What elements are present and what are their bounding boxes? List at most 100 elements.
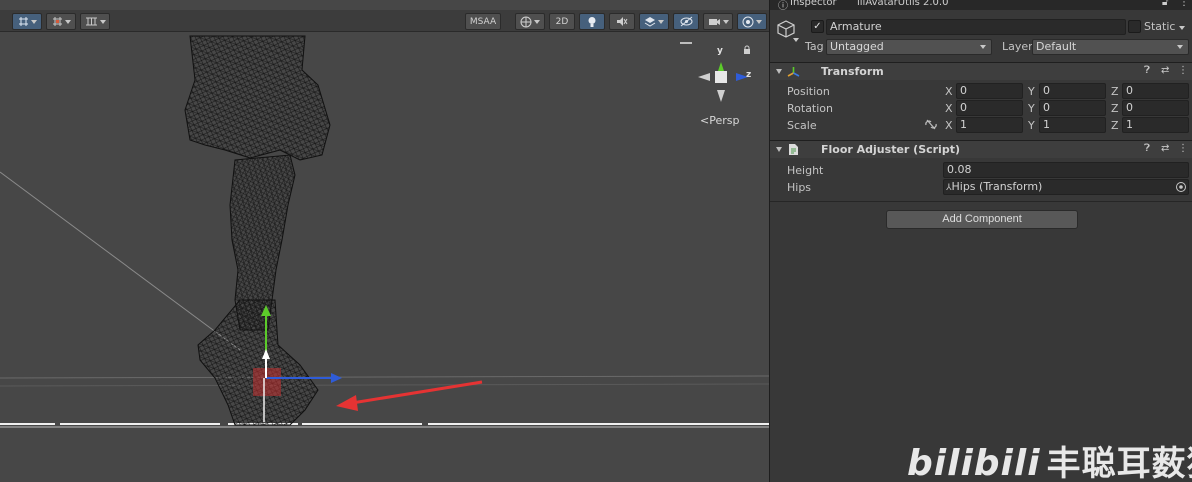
static-dropdown-caret[interactable] (1179, 26, 1185, 30)
scene-viewport[interactable]: y z (0, 33, 769, 482)
object-name-field[interactable]: Armature (826, 19, 1126, 35)
msaa-button[interactable]: MSAA (465, 13, 501, 30)
rotation-y-field[interactable]: 0 (1039, 100, 1106, 116)
position-z-field[interactable]: 0 (1122, 83, 1189, 99)
bilibili-logo: bilibili (907, 443, 1041, 482)
active-checkbox[interactable]: ✓ (811, 20, 824, 33)
transform-title: Transform (821, 65, 884, 78)
position-label: Position (787, 85, 830, 98)
icon-dropdown-caret[interactable] (793, 38, 799, 42)
layer-label: Layer (1002, 40, 1033, 53)
rotation-z-field[interactable]: 0 (1122, 100, 1189, 116)
increment-snap-button[interactable] (46, 13, 76, 30)
static-label: Static (1144, 20, 1176, 33)
orientation-gizmo[interactable] (680, 42, 750, 102)
pivot-tool-button[interactable] (12, 13, 42, 30)
layer-dropdown[interactable]: Default (1032, 39, 1189, 55)
hips-value: Hips (Transform) (951, 180, 1043, 193)
position-x-field[interactable]: 0 (956, 83, 1023, 99)
position-x-axis-label: X (945, 85, 953, 98)
tab-inspector[interactable]: Inspector (790, 0, 837, 8)
floor-adjuster-foldout[interactable] (776, 147, 782, 152)
scale-z-axis-label: Z (1111, 119, 1119, 132)
tag-value: Untagged (830, 40, 884, 53)
floor-adjuster-header[interactable]: Floor Adjuster (Script) ❓︎ ⇄ ⋮ (770, 140, 1192, 158)
grid-snap-icon (18, 17, 28, 26)
scene-toolbar: MSAA 2D (0, 10, 769, 32)
help-icon[interactable]: ❓︎ (1144, 143, 1150, 154)
perspective-toggle[interactable]: <Persp (700, 114, 739, 127)
scene-view[interactable]: MSAA 2D y z <Persp (0, 0, 769, 482)
kebab-menu-icon[interactable]: ⋮ (1179, 0, 1189, 8)
horizon-line-2 (0, 383, 769, 387)
component-menu-icon[interactable]: ⋮ (1178, 143, 1188, 154)
effects-button[interactable] (639, 13, 669, 30)
camera-settings-button[interactable] (703, 13, 733, 30)
gizmo-axis-z-label: z (746, 70, 752, 80)
lighting-toggle-button[interactable] (579, 13, 605, 30)
height-label: Height (787, 164, 824, 177)
position-y-field[interactable]: 0 (1039, 83, 1106, 99)
rotation-y-axis-label: Y (1028, 102, 1035, 115)
lock-icon[interactable]: 🔓︎ (1162, 0, 1168, 8)
component-menu-icon[interactable]: ⋮ (1178, 65, 1188, 76)
camera-icon (708, 18, 720, 25)
script-file-icon (789, 144, 798, 155)
height-field[interactable]: 0.08 (943, 162, 1189, 178)
hips-object-field[interactable]: ⅄Hips (Transform) (943, 179, 1189, 195)
rotation-x-field[interactable]: 0 (956, 100, 1023, 116)
rotation-z-axis-label: Z (1111, 102, 1119, 115)
lightbulb-icon (588, 16, 596, 27)
scale-x-axis-label: X (945, 119, 953, 132)
object-picker-icon[interactable] (1175, 181, 1187, 193)
scale-z-field[interactable]: 1 (1122, 117, 1189, 133)
position-z-axis-label: Z (1111, 85, 1119, 98)
tag-label: Tag (805, 40, 824, 53)
eye-hidden-icon (680, 16, 692, 27)
globe-icon (520, 16, 532, 27)
preset-sliders-icon[interactable]: ⇄ (1161, 65, 1169, 76)
transform-foldout[interactable] (776, 69, 782, 74)
scene-canvas (0, 35, 769, 428)
grid-icon (85, 17, 97, 26)
watermark-author: 丰聪耳薮猫 (1046, 444, 1192, 482)
constrain-proportions-icon[interactable] (925, 119, 937, 130)
audio-toggle-button[interactable] (609, 13, 635, 30)
hidden-objects-toggle-button[interactable] (673, 13, 699, 30)
gizmo-globe-icon (742, 16, 754, 27)
msaa-label: MSAA (469, 16, 497, 27)
divider (770, 201, 1192, 202)
position-y-axis-label: Y (1028, 85, 1035, 98)
grid-visibility-button[interactable] (80, 13, 110, 30)
scale-y-field[interactable]: 1 (1039, 117, 1106, 133)
guide-line (0, 171, 241, 351)
floor-adjuster-title: Floor Adjuster (Script) (821, 143, 960, 156)
tab-lilavatarutils[interactable]: lilAvatarUtils 2.0.0 (857, 0, 948, 8)
gizmos-button[interactable] (737, 13, 767, 30)
effects-layers-icon (644, 17, 656, 27)
scale-y-axis-label: Y (1028, 119, 1035, 132)
static-checkbox[interactable] (1128, 20, 1141, 33)
scale-x-field[interactable]: 1 (956, 117, 1023, 133)
info-icon: ⓘ (778, 1, 788, 10)
horizon-line (0, 375, 769, 379)
preset-sliders-icon[interactable]: ⇄ (1161, 143, 1169, 154)
rotation-label: Rotation (787, 102, 834, 115)
add-component-button[interactable]: Add Component (886, 210, 1078, 229)
transform-header[interactable]: Transform ❓︎ ⇄ ⋮ (770, 62, 1192, 80)
audio-mute-icon (617, 17, 628, 26)
inspector-panel: ⓘ Inspector lilAvatarUtils 2.0.0 🔓︎ ⋮ ✓ … (769, 0, 1192, 482)
2d-label: 2D (555, 16, 569, 27)
gameobject-cube-icon (777, 20, 795, 38)
scale-label: Scale (787, 119, 817, 132)
help-icon[interactable]: ❓︎ (1144, 65, 1150, 76)
rotation-x-axis-label: X (945, 102, 953, 115)
gizmo-axis-y-label: y (717, 46, 723, 56)
wireframe-character (184, 35, 331, 426)
tag-dropdown[interactable]: Untagged (826, 39, 992, 55)
draw-mode-button[interactable] (515, 13, 545, 30)
hips-label: Hips (787, 181, 812, 194)
2d-toggle-button[interactable]: 2D (549, 13, 575, 30)
inspector-tab-bar: ⓘ Inspector lilAvatarUtils 2.0.0 🔓︎ ⋮ (770, 0, 1192, 10)
layer-value: Default (1036, 40, 1077, 53)
